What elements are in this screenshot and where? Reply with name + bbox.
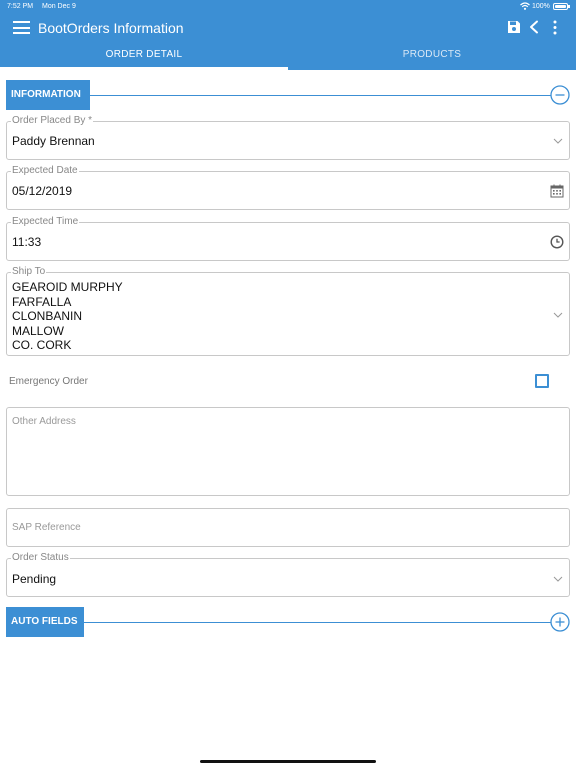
emergency-order-label: Emergency Order: [9, 376, 88, 387]
expected-date-value: 05/12/2019: [12, 184, 73, 198]
battery-icon: [553, 3, 568, 10]
ship-to-line: GEAROID MURPHY: [12, 280, 123, 294]
ship-to-line: FARFALLA: [12, 294, 72, 309]
expected-date-label: Expected Date: [11, 165, 79, 177]
tab-products[interactable]: PRODUCTS: [288, 46, 576, 70]
sap-reference-input[interactable]: SAP Reference: [6, 508, 570, 547]
ship-to-line: MALLOW: [12, 323, 65, 338]
information-section-header[interactable]: INFORMATION: [6, 80, 90, 110]
other-address-textarea[interactable]: Other Address: [6, 407, 570, 496]
information-divider: [89, 95, 551, 96]
expected-time-value: 11:33: [12, 235, 42, 249]
save-icon[interactable]: [507, 20, 521, 34]
status-date: Mon Dec 9: [42, 3, 76, 10]
battery-tip: [568, 5, 570, 8]
chevron-down-icon: [553, 576, 563, 582]
menu-icon[interactable]: [13, 21, 30, 34]
calendar-icon[interactable]: [550, 184, 564, 198]
active-tab-indicator: [0, 67, 288, 70]
ship-to-label: Ship To: [11, 266, 47, 278]
auto-fields-section-header[interactable]: AUTO FIELDS: [6, 607, 84, 637]
wifi-icon: [520, 2, 530, 10]
sap-reference-placeholder: SAP Reference: [12, 522, 81, 533]
expand-plus-icon[interactable]: [550, 612, 570, 632]
order-placed-by-label: Order Placed By *: [11, 115, 94, 127]
expected-time-label: Expected Time: [11, 216, 80, 228]
page-title: BootOrders Information: [38, 20, 184, 36]
other-address-placeholder: Other Address: [12, 416, 76, 427]
back-icon[interactable]: [528, 20, 540, 34]
expected-date-field[interactable]: Expected Date 05/12/2019: [6, 165, 570, 210]
order-placed-by-select[interactable]: Order Placed By * Paddy Brennan: [6, 115, 570, 160]
collapse-minus-icon[interactable]: [550, 85, 570, 105]
ship-to-line: CLONBANIN: [12, 309, 83, 323]
order-placed-by-value: Paddy Brennan: [12, 134, 95, 148]
clock-icon[interactable]: [550, 235, 564, 249]
status-bar: 7:52 PM Mon Dec 9 100%: [0, 0, 576, 14]
more-vertical-icon[interactable]: [549, 20, 561, 35]
emergency-order-checkbox[interactable]: [535, 374, 549, 388]
app-header: 7:52 PM Mon Dec 9 100% BootOrders Inform…: [0, 0, 576, 70]
chevron-down-icon: [553, 312, 563, 318]
chevron-down-icon: [553, 138, 563, 144]
home-indicator[interactable]: [200, 760, 376, 763]
ship-to-line: CO. CORK: [12, 338, 72, 352]
ship-to-select[interactable]: Ship To GEAROID MURPHY FARFALLA CLONBANI…: [6, 266, 570, 356]
auto-fields-divider: [83, 622, 551, 623]
order-status-select[interactable]: Order Status Pending: [6, 552, 570, 597]
expected-time-field[interactable]: Expected Time 11:33: [6, 216, 570, 261]
status-time: 7:52 PM: [7, 3, 34, 10]
battery-percent: 100%: [532, 3, 550, 10]
order-status-value: Pending: [12, 572, 57, 586]
ship-to-address: GEAROID MURPHY FARFALLA CLONBANIN MALLOW…: [12, 280, 123, 353]
order-status-label: Order Status: [11, 552, 70, 564]
